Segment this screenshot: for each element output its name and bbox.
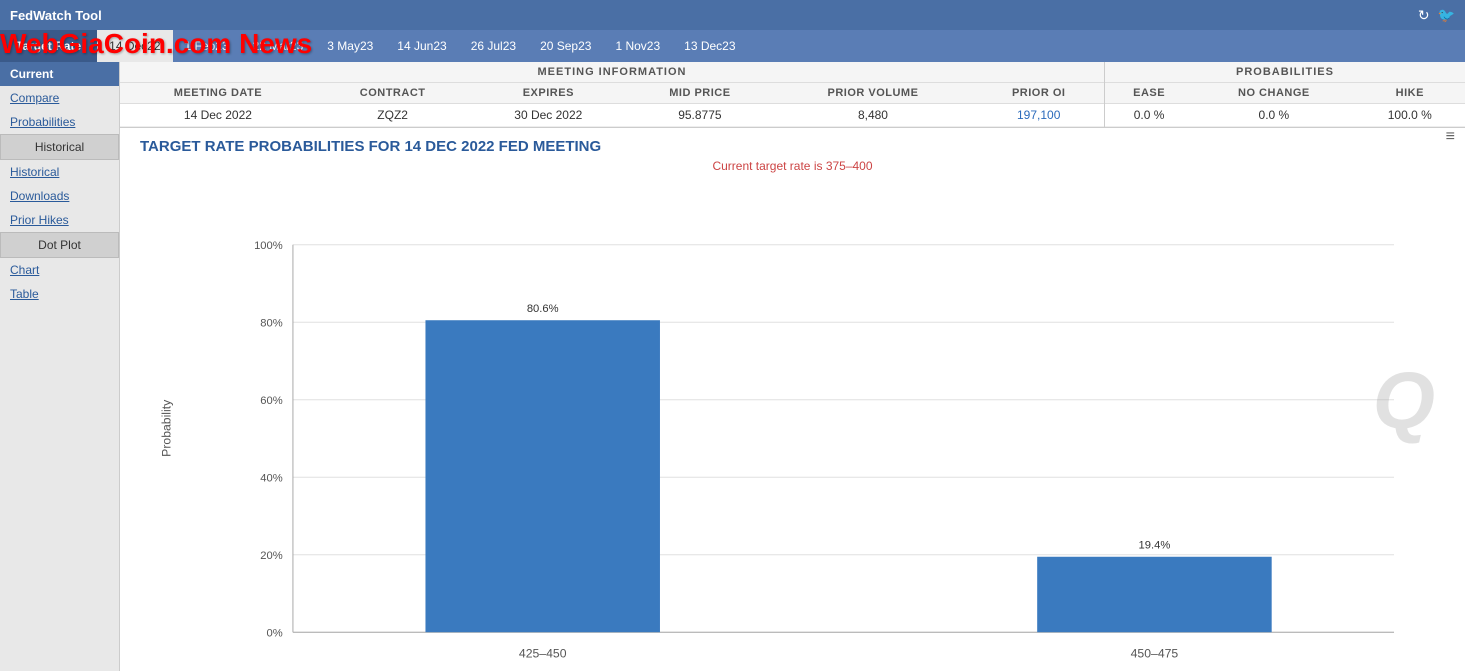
x-label-425-450: 425–450 [519, 647, 567, 661]
meeting-date-value: 14 Dec 2022 [120, 104, 316, 127]
bar-label-450-475: 19.4% [1139, 540, 1171, 552]
y-label-0: 0% [267, 627, 283, 639]
y-label-40: 40% [260, 472, 282, 484]
chart-subtitle: Current target rate is 375–400 [140, 159, 1445, 173]
x-label-450-475: 450–475 [1131, 647, 1179, 661]
sidebar-probabilities[interactable]: Probabilities [0, 110, 119, 134]
app-title: FedWatch Tool [10, 8, 102, 23]
sidebar-current[interactable]: Current [0, 62, 119, 86]
y-axis-title: Probability [160, 399, 174, 457]
col-expires: EXPIRES [469, 83, 627, 104]
tab-13dec23[interactable]: 13 Dec23 [672, 30, 747, 62]
col-meeting-date: MEETING DATE [120, 83, 316, 104]
chart-area: TARGET RATE PROBABILITIES FOR 14 DEC 202… [120, 128, 1465, 671]
bar-chart: 100% 80% 60% 40% 20% 0% Probability 80.6… [140, 181, 1445, 671]
tab-14dec22[interactable]: 14 Dec22 [97, 30, 172, 62]
tab-1feb23[interactable]: 1 Feb23 [173, 30, 241, 62]
sidebar-compare[interactable]: Compare [0, 86, 119, 110]
tab-22mar23[interactable]: 22 Mar23 [241, 30, 316, 62]
prior-oi-value: 197,100 [973, 104, 1104, 127]
twitter-icon[interactable]: 🐦 [1438, 7, 1455, 24]
bar-label-425-450: 80.6% [527, 303, 559, 315]
prob-data-row: 0.0 % 0.0 % 100.0 % [1105, 104, 1465, 127]
historical-group-label: Historical [0, 134, 119, 160]
sidebar-chart[interactable]: Chart [0, 258, 119, 282]
y-label-60: 60% [260, 395, 282, 407]
col-prior-oi: PRIOR OI [973, 83, 1104, 104]
content-area: MEETING INFORMATION MEETING DATE CONTRAC… [120, 62, 1465, 671]
meeting-info-header: MEETING INFORMATION [120, 62, 1104, 83]
sidebar-prior-hikes[interactable]: Prior Hikes [0, 208, 119, 232]
col-mid-price: MID PRICE [627, 83, 772, 104]
mid-price-value: 95.8775 [627, 104, 772, 127]
tab-1nov23[interactable]: 1 Nov23 [603, 30, 672, 62]
dot-plot-group-label: Dot Plot [0, 232, 119, 258]
y-label-80: 80% [260, 317, 282, 329]
chart-menu-icon[interactable]: ≡ [1446, 128, 1455, 146]
bar-450-475[interactable] [1037, 557, 1271, 632]
expires-value: 30 Dec 2022 [469, 104, 627, 127]
meeting-data-row: 14 Dec 2022 ZQZ2 30 Dec 2022 95.8775 8,4… [120, 104, 1104, 127]
sidebar-historical[interactable]: Historical [0, 160, 119, 184]
bar-425-450[interactable] [425, 320, 659, 632]
info-table-container: MEETING INFORMATION MEETING DATE CONTRAC… [120, 62, 1465, 128]
col-hike: HIKE [1355, 83, 1465, 104]
top-bar-icons: ↻ 🐦 [1418, 7, 1455, 24]
col-no-change: NO CHANGE [1193, 83, 1354, 104]
tab-26jul23[interactable]: 26 Jul23 [459, 30, 528, 62]
tab-20sep23[interactable]: 20 Sep23 [528, 30, 603, 62]
y-label-100: 100% [254, 240, 283, 252]
prior-volume-value: 8,480 [773, 104, 974, 127]
sidebar-downloads[interactable]: Downloads [0, 184, 119, 208]
sidebar-table[interactable]: Table [0, 282, 119, 306]
y-label-20: 20% [260, 550, 282, 562]
tab-3may23[interactable]: 3 May23 [315, 30, 385, 62]
probabilities-section: PROBABILITIES EASE NO CHANGE HIKE 0.0 % … [1105, 62, 1465, 127]
probabilities-table: EASE NO CHANGE HIKE 0.0 % 0.0 % 100.0 % [1105, 83, 1465, 127]
meeting-info: MEETING INFORMATION MEETING DATE CONTRAC… [120, 62, 1105, 127]
tabs-row: Target Rate 14 Dec22 1 Feb23 22 Mar23 3 … [0, 30, 1465, 62]
ease-value: 0.0 % [1105, 104, 1193, 127]
col-contract: CONTRACT [316, 83, 469, 104]
hike-value: 100.0 % [1355, 104, 1465, 127]
chart-title: TARGET RATE PROBABILITIES FOR 14 DEC 202… [140, 138, 1445, 155]
tab-14jun23[interactable]: 14 Jun23 [385, 30, 458, 62]
refresh-icon[interactable]: ↻ [1418, 7, 1430, 24]
no-change-value: 0.0 % [1193, 104, 1354, 127]
contract-value: ZQZ2 [316, 104, 469, 127]
target-rate-tab[interactable]: Target Rate [0, 30, 97, 62]
col-ease: EASE [1105, 83, 1193, 104]
meeting-data-table: MEETING DATE CONTRACT EXPIRES MID PRICE … [120, 83, 1104, 127]
sidebar: Current Compare Probabilities Historical… [0, 62, 120, 671]
col-prior-volume: PRIOR VOLUME [773, 83, 974, 104]
top-bar: FedWatch Tool ↻ 🐦 [0, 0, 1465, 30]
probabilities-header: PROBABILITIES [1105, 62, 1465, 83]
main-layout: Current Compare Probabilities Historical… [0, 62, 1465, 671]
